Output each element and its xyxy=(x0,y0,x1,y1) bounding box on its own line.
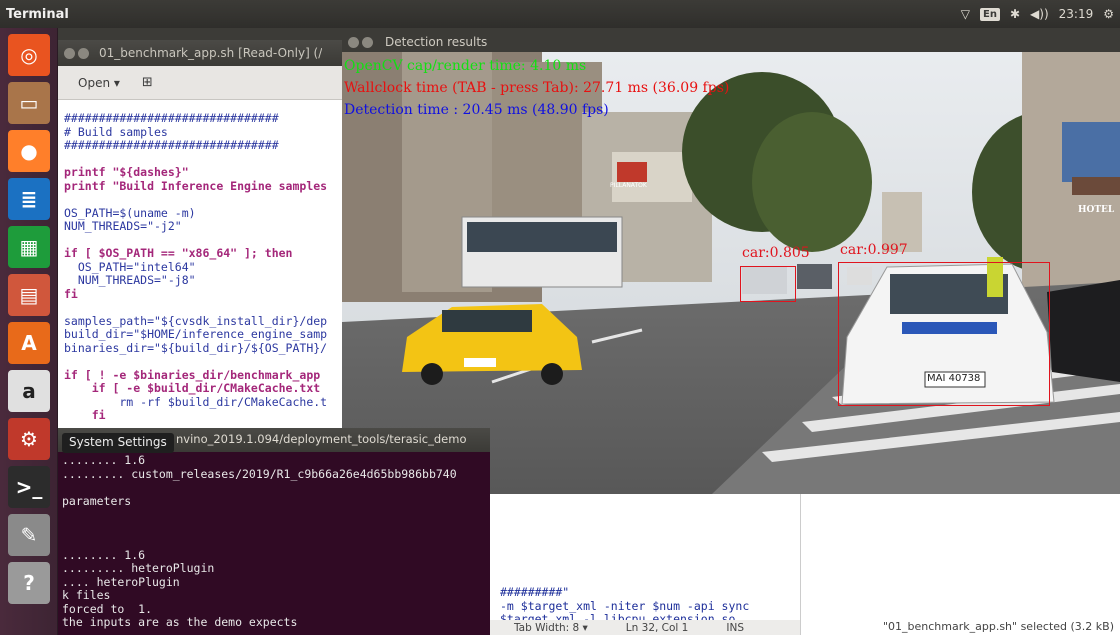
software-icon[interactable]: A xyxy=(8,322,50,364)
bluetooth-icon[interactable]: ✱ xyxy=(1010,7,1020,21)
new-tab-icon[interactable]: ⊞ xyxy=(142,75,153,90)
detection-label: car:0.997 xyxy=(840,242,908,258)
terminal-icon[interactable]: >_ xyxy=(8,466,50,508)
open-menu-button[interactable]: Open ▾ xyxy=(78,76,120,90)
amazon-icon[interactable]: a xyxy=(8,370,50,412)
code-line: OS_PATH=$(uname -m) xyxy=(64,205,196,220)
detection-box xyxy=(740,266,796,302)
firefox-icon[interactable]: ● xyxy=(8,130,50,172)
license-plate: MAI 40738 xyxy=(927,373,981,384)
files-icon[interactable]: ▭ xyxy=(8,82,50,124)
code-line: binaries_dir="${build_dir}/${OS_PATH}/ xyxy=(64,340,328,355)
text-editor-icon[interactable]: ✎ xyxy=(8,514,50,556)
terminal-line: forced to 1. xyxy=(62,601,153,616)
desktop: Terminal ▽ En ✱ ◀)) 23:19 ⚙ ◎ ▭ ● ≣ ▦ ▤ Aa ⚙ >_ ✎… xyxy=(0,0,1120,635)
code-line: OS_PATH="intel64" xyxy=(64,259,196,274)
code-line: ############################### xyxy=(64,138,279,152)
code-line: if [ ! -e $binaries_dir/benchmark_app xyxy=(64,367,321,382)
cursor-position[interactable]: Ln 32, Col 1 xyxy=(626,622,689,634)
editor-lower-code[interactable]: #########" -m $target_xml -niter $num -ap… xyxy=(490,494,800,635)
detection-minimize-button[interactable] xyxy=(362,36,373,48)
clock[interactable]: 23:19 xyxy=(1059,7,1094,21)
network-icon[interactable]: ▽ xyxy=(961,7,970,21)
editor-titlebar[interactable]: 01_benchmark_app.sh [Read-Only] (/ xyxy=(58,40,358,66)
detection-box xyxy=(838,262,1050,406)
detection-results-window: Detection results car:0.805 car:0.997 MA… xyxy=(342,32,1120,494)
terminal-line: ......... heteroPlugin xyxy=(62,561,215,575)
calc-icon[interactable]: ▦ xyxy=(8,226,50,268)
tab-width-selector[interactable]: Tab Width: 8 ▾ xyxy=(514,622,588,634)
system-tray: ▽ En ✱ ◀)) 23:19 ⚙ xyxy=(961,0,1114,28)
keyboard-layout-indicator[interactable]: En xyxy=(980,7,1000,21)
impress-icon[interactable]: ▤ xyxy=(8,274,50,316)
code-line: NUM_THREADS="-j2" xyxy=(64,219,182,233)
close-button[interactable] xyxy=(64,47,75,59)
editor-title: 01_benchmark_app.sh [Read-Only] (/ xyxy=(99,46,323,60)
code-line: ############################### xyxy=(64,111,279,125)
code-line: samples_path="${cvsdk_install_dir}/dep xyxy=(64,313,328,328)
terminal-line: the inputs are as the demo expects xyxy=(62,615,298,629)
code-line: printf "Build Inference Engine samples xyxy=(64,178,328,193)
terminal-window: nvino_2019.1.094/deployment_tools/terasi… xyxy=(58,428,490,635)
active-app-title: Terminal xyxy=(6,6,69,22)
code-line: if [ $OS_PATH == "x86_64" ]; then xyxy=(64,246,293,260)
detection-close-button[interactable] xyxy=(348,36,359,48)
code-line: # Build samples xyxy=(64,124,168,139)
code-line: fi xyxy=(64,408,106,422)
terminal-line: ......... custom_releases/2019/R1_c9b66a… xyxy=(62,466,457,481)
detection-label: car:0.805 xyxy=(742,245,810,261)
detection-titlebar[interactable]: Detection results xyxy=(342,32,1120,52)
terminal-line: parameters xyxy=(62,493,132,508)
overlay-render-time: OpenCV cap/render time: 4.10 ms xyxy=(344,58,587,74)
terminal-line: ........ 1.6 xyxy=(62,547,146,562)
power-gear-icon[interactable]: ⚙ xyxy=(1103,7,1114,21)
overlay-detection-time: Detection time : 20.45 ms (48.90 fps) xyxy=(344,102,609,118)
code-line: NUM_THREADS="-j8" xyxy=(64,273,196,287)
code-line: build_dir="$HOME/inference_engine_samp xyxy=(64,327,328,341)
detection-title: Detection results xyxy=(385,35,488,49)
code-line: -m $target_xml -niter $num -api sync xyxy=(500,598,750,613)
top-panel: Terminal ▽ En ✱ ◀)) 23:19 ⚙ xyxy=(0,0,1120,28)
code-line: if [ -e $build_dir/CMakeCache.txt xyxy=(64,381,321,395)
terminal-line: ........ 1.6 xyxy=(62,453,146,467)
store-sign: PILLANATOK xyxy=(610,182,647,189)
code-line: #########" xyxy=(500,585,570,599)
terminal-line: .... heteroPlugin xyxy=(62,574,180,589)
minimize-button[interactable] xyxy=(78,47,89,59)
insert-mode: INS xyxy=(726,621,744,634)
file-manager-area: "01_benchmark_app.sh" selected (3.2 kB) xyxy=(800,494,1120,635)
selection-status: "01_benchmark_app.sh" selected (3.2 kB) xyxy=(876,618,1120,635)
editor-statusbar: Tab Width: 8 ▾ Ln 32, Col 1 INS xyxy=(490,620,800,635)
terminal-line: k files xyxy=(62,588,111,602)
code-line: fi xyxy=(64,286,78,301)
ubuntu-dash-icon[interactable]: ◎ xyxy=(8,34,50,76)
terminal-output[interactable]: ........ 1.6......... custom_releases/20… xyxy=(58,452,490,632)
launcher-tooltip: System Settings xyxy=(62,433,174,453)
code-line: rm -rf $build_dir/CMakeCache.t xyxy=(64,394,328,409)
hotel-sign: HOTEL xyxy=(1078,205,1115,215)
writer-icon[interactable]: ≣ xyxy=(8,178,50,220)
overlay-wallclock-time: Wallclock time (TAB - press Tab): 27.71 … xyxy=(344,80,730,96)
system-settings-icon[interactable]: ⚙ xyxy=(8,418,50,460)
code-line: printf "${dashes}" xyxy=(64,165,189,179)
volume-icon[interactable]: ◀)) xyxy=(1030,7,1049,21)
help-icon[interactable]: ? xyxy=(8,562,50,604)
launcher: ◎ ▭ ● ≣ ▦ ▤ Aa ⚙ >_ ✎? xyxy=(0,28,58,635)
editor-toolbar: Open ▾ ⊞ xyxy=(58,66,358,100)
